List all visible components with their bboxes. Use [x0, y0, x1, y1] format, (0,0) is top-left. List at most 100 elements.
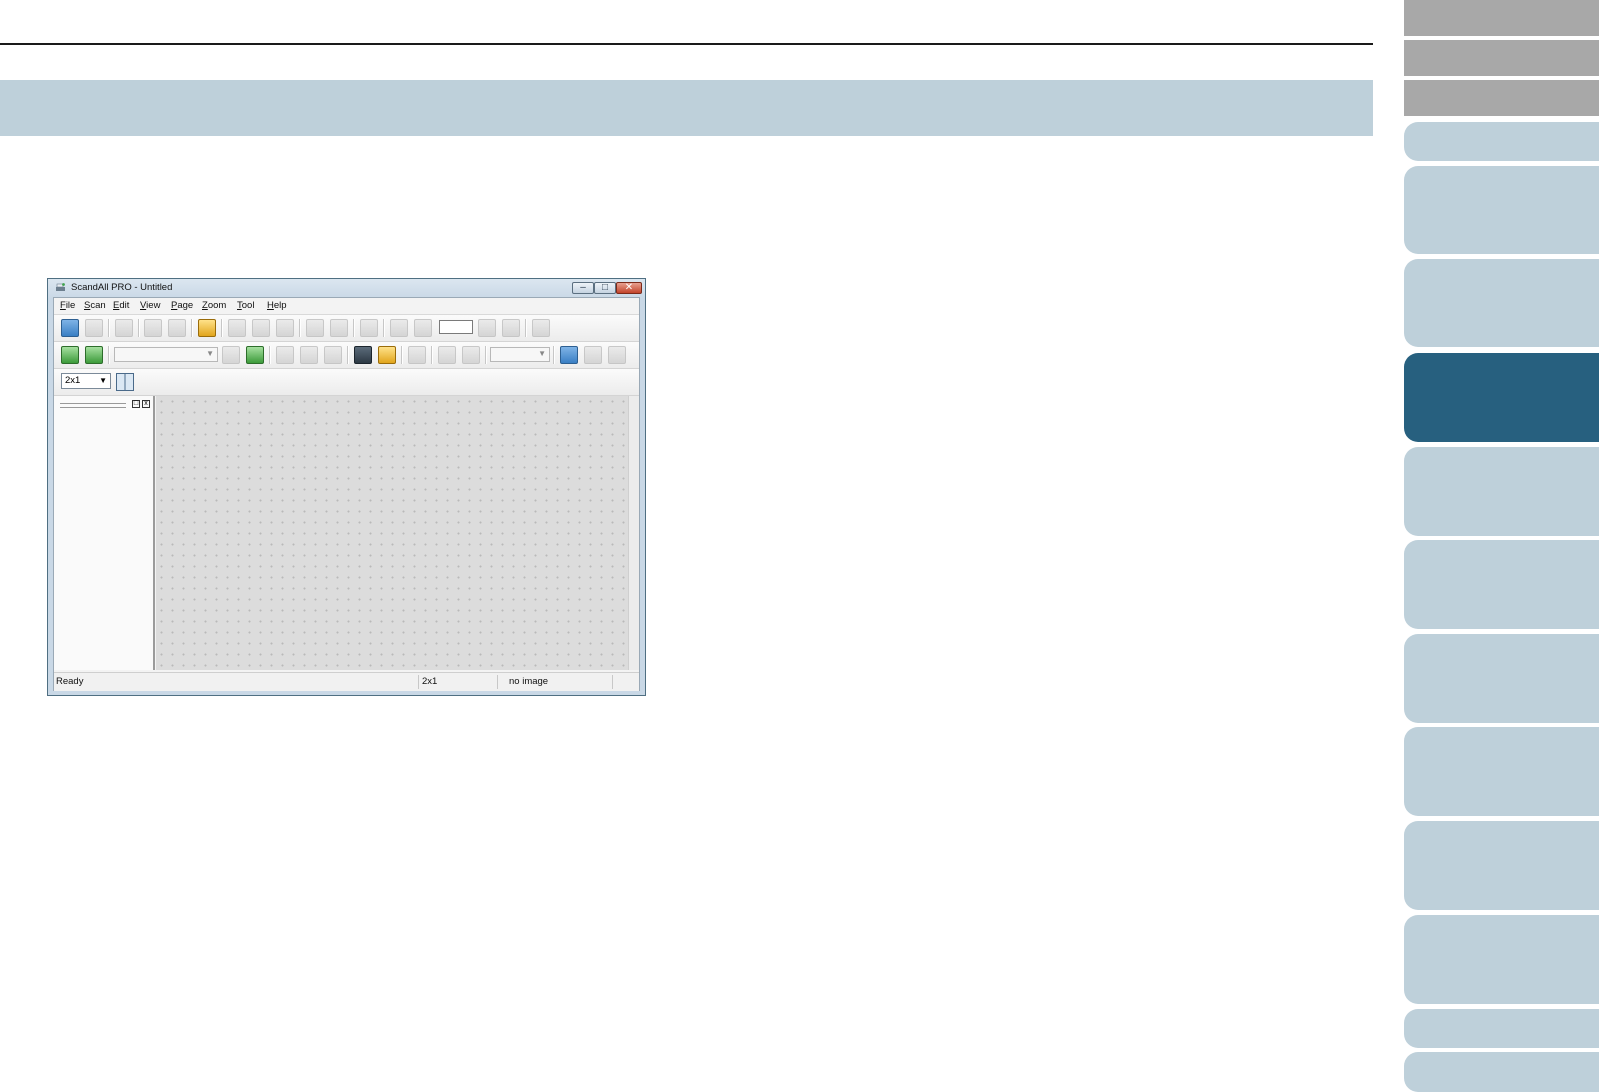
open-file-icon[interactable]	[61, 319, 79, 337]
export-document-icon[interactable]	[198, 319, 216, 337]
nav-tab-12[interactable]	[1404, 1052, 1599, 1092]
zoom-in-icon[interactable]	[438, 346, 456, 364]
nav-tab-gray-3[interactable]	[1404, 80, 1599, 116]
toolbar-separator	[525, 319, 527, 337]
toolbar-separator	[485, 346, 487, 364]
text-insert-icon[interactable]	[228, 319, 246, 337]
pane-float-icon[interactable]: □	[132, 400, 140, 408]
maximize-button[interactable]: □	[594, 282, 616, 294]
menu-edit[interactable]: Edit	[113, 300, 129, 311]
nav-tab-7[interactable]	[1404, 634, 1599, 723]
text-replace-icon[interactable]	[276, 319, 294, 337]
menu-tool[interactable]: Tool	[237, 300, 254, 311]
nav-tab-8[interactable]	[1404, 727, 1599, 816]
scanner-config-icon[interactable]	[354, 346, 372, 364]
status-text: Ready	[56, 676, 84, 687]
page-info-icon[interactable]	[324, 346, 342, 364]
split-view-icon[interactable]	[116, 373, 134, 391]
window-client-area: File Scan Edit View Page Zoom Tool Help	[53, 297, 640, 691]
pane-close-icon[interactable]: x	[142, 400, 150, 408]
nav-tab-2[interactable]	[1404, 166, 1599, 254]
delete-page-icon[interactable]	[360, 319, 378, 337]
toolbar-separator	[221, 319, 223, 337]
toolbar-separator	[431, 346, 433, 364]
window-titlebar: ScandAll PRO - Untitled – □ ✕	[48, 279, 645, 296]
toolbar-separator	[553, 346, 555, 364]
menu-bar: File Scan Edit View Page Zoom Tool Help	[54, 298, 639, 315]
menu-page[interactable]: Page	[171, 300, 193, 311]
rotate-right-icon[interactable]	[330, 319, 348, 337]
thumbnail-pane: □ x	[54, 396, 155, 670]
scan-profile-select[interactable]: ▼	[114, 347, 218, 362]
header-rule	[0, 43, 1373, 45]
toolbar-separator	[383, 319, 385, 337]
fit-page-icon[interactable]	[560, 346, 578, 364]
nav-tab-1[interactable]	[1404, 122, 1599, 161]
image-view-area[interactable]	[156, 396, 628, 670]
close-button[interactable]: ✕	[616, 282, 642, 294]
batch-settings-icon[interactable]	[246, 346, 264, 364]
status-divider	[497, 675, 498, 689]
nav-tab-current[interactable]	[1404, 353, 1599, 442]
vertical-scrollbar[interactable]	[628, 396, 639, 670]
pane-grip[interactable]	[60, 403, 126, 408]
nav-tab-3[interactable]	[1404, 259, 1599, 347]
print-icon[interactable]	[144, 319, 162, 337]
toolbar-main	[54, 315, 639, 342]
toolbar-separator	[191, 319, 193, 337]
nav-tab-11[interactable]	[1404, 1009, 1599, 1048]
chevron-down-icon: ▼	[538, 349, 546, 358]
zoom-select[interactable]: ▼	[490, 347, 550, 362]
menu-view[interactable]: View	[140, 300, 160, 311]
jump-to-page-icon[interactable]	[532, 319, 550, 337]
last-page-icon[interactable]	[502, 319, 520, 337]
maximize-icon: □	[601, 282, 609, 293]
fit-width-icon[interactable]	[584, 346, 602, 364]
section-heading-band	[0, 80, 1373, 136]
menu-scan[interactable]: Scan	[84, 300, 106, 311]
nav-tab-gray-2[interactable]	[1404, 40, 1599, 76]
magnifier-icon[interactable]	[408, 346, 426, 364]
nav-tab-10[interactable]	[1404, 915, 1599, 1004]
status-divider	[418, 675, 419, 689]
menu-file[interactable]: File	[60, 300, 75, 311]
document-properties-icon[interactable]	[115, 319, 133, 337]
toolbar-separator	[138, 319, 140, 337]
previous-page-icon[interactable]	[414, 319, 432, 337]
ocr-icon[interactable]	[276, 346, 294, 364]
toolbar-separator	[269, 346, 271, 364]
layout-select[interactable]: 2x1 ▼	[61, 373, 111, 389]
toolbar-separator	[108, 346, 110, 364]
nav-tab-6[interactable]	[1404, 540, 1599, 629]
chevron-down-icon: ▼	[206, 349, 214, 358]
nav-tab-5[interactable]	[1404, 447, 1599, 536]
batch-scan-icon[interactable]	[222, 346, 240, 364]
actual-size-icon[interactable]	[608, 346, 626, 364]
nav-tab-gray-1[interactable]	[1404, 0, 1599, 36]
toolbar-scan: ▼ ▼	[54, 342, 639, 369]
toolbar-separator	[108, 319, 110, 337]
save-file-icon[interactable]	[85, 319, 103, 337]
first-page-icon[interactable]	[390, 319, 408, 337]
menu-zoom[interactable]: Zoom	[202, 300, 226, 311]
zoom-out-icon[interactable]	[462, 346, 480, 364]
mark-page-icon[interactable]	[300, 346, 318, 364]
menu-help[interactable]: Help	[267, 300, 287, 311]
minimize-button[interactable]: –	[572, 282, 594, 294]
next-page-icon[interactable]	[478, 319, 496, 337]
scan-icon[interactable]	[61, 346, 79, 364]
toolbar-separator	[401, 346, 403, 364]
status-layout: 2x1	[422, 676, 438, 687]
text-edit-icon[interactable]	[252, 319, 270, 337]
toolbar-separator	[299, 319, 301, 337]
close-icon: ✕	[624, 282, 634, 293]
status-divider	[612, 675, 613, 689]
status-bar: Ready 2x1 no image	[54, 672, 639, 691]
nav-tab-9[interactable]	[1404, 821, 1599, 910]
page-number-input[interactable]	[439, 320, 473, 334]
print-preview-icon[interactable]	[168, 319, 186, 337]
rotate-left-icon[interactable]	[306, 319, 324, 337]
scandall-window: ScandAll PRO - Untitled – □ ✕ File Scan …	[47, 278, 646, 696]
swap-pages-icon[interactable]	[378, 346, 396, 364]
scan-settings-icon[interactable]	[85, 346, 103, 364]
